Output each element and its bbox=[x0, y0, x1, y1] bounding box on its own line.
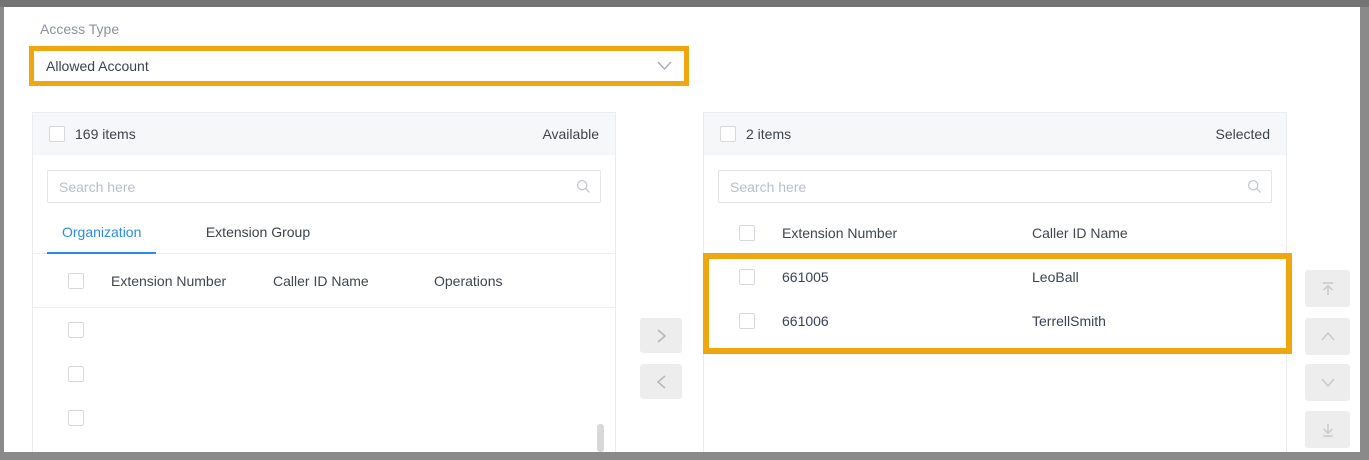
selected-panel: 2 items Selected Extension Number Caller… bbox=[703, 112, 1287, 452]
move-down-button[interactable] bbox=[1305, 364, 1350, 401]
row-checkbox[interactable] bbox=[739, 269, 755, 285]
table-row-661006[interactable]: 661006 TerrellSmith bbox=[704, 299, 1286, 343]
column-extension-number: Extension Number bbox=[782, 225, 1032, 241]
available-side-label: Available bbox=[542, 126, 599, 142]
available-search bbox=[47, 170, 601, 203]
table-row-redacted[interactable] bbox=[33, 308, 615, 352]
arrow-up-to-top-icon bbox=[1320, 281, 1336, 297]
move-to-selected-button[interactable] bbox=[640, 318, 682, 353]
column-caller-id-name: Caller ID Name bbox=[273, 273, 434, 289]
access-type-highlight-annotation: Allowed Account bbox=[29, 46, 689, 86]
search-icon bbox=[1247, 179, 1262, 194]
available-search-input[interactable] bbox=[47, 170, 601, 203]
row-checkbox[interactable] bbox=[68, 322, 84, 338]
cell-caller-id-name: TerrellSmith bbox=[1032, 313, 1286, 329]
column-extension-number: Extension Number bbox=[111, 273, 273, 289]
available-panel-header: 169 items Available bbox=[33, 113, 615, 155]
transfer-page: Access Type Allowed Account 169 items Av… bbox=[4, 7, 1360, 452]
chevron-left-icon bbox=[656, 374, 667, 390]
selected-select-all-checkbox[interactable] bbox=[720, 126, 736, 142]
table-row-661005[interactable]: 661005 LeoBall bbox=[704, 255, 1286, 299]
available-select-all-checkbox[interactable] bbox=[49, 126, 65, 142]
access-type-value: Allowed Account bbox=[46, 58, 657, 74]
tab-organization[interactable]: Organization bbox=[47, 224, 156, 254]
cell-extension-number: 661005 bbox=[782, 269, 1032, 285]
arrow-down-to-bottom-icon bbox=[1320, 422, 1336, 438]
move-to-top-button[interactable] bbox=[1305, 270, 1350, 307]
move-to-bottom-button[interactable] bbox=[1305, 411, 1350, 448]
chevron-down-icon bbox=[1320, 377, 1336, 388]
access-type-select[interactable]: Allowed Account bbox=[34, 51, 684, 81]
selected-panel-header: 2 items Selected bbox=[704, 113, 1286, 155]
available-scrollbar-thumb[interactable] bbox=[597, 424, 604, 452]
column-operations: Operations bbox=[434, 273, 615, 289]
chevron-up-icon bbox=[1320, 331, 1336, 342]
table-row-redacted[interactable] bbox=[33, 352, 615, 396]
search-icon bbox=[576, 179, 591, 194]
chevron-right-icon bbox=[656, 328, 667, 344]
available-count: 169 items bbox=[75, 126, 136, 142]
move-up-button[interactable] bbox=[1305, 318, 1350, 355]
screenshot-frame: Access Type Allowed Account 169 items Av… bbox=[0, 0, 1369, 460]
row-checkbox[interactable] bbox=[68, 410, 84, 426]
selected-search bbox=[718, 170, 1272, 203]
access-type-label: Access Type bbox=[40, 21, 119, 37]
cell-caller-id-name: LeoBall bbox=[1032, 269, 1286, 285]
tab-extension-group[interactable]: Extension Group bbox=[191, 224, 325, 252]
available-table-select-all-checkbox[interactable] bbox=[68, 273, 84, 289]
selected-table-header: Extension Number Caller ID Name bbox=[704, 211, 1286, 255]
table-row-redacted[interactable] bbox=[33, 396, 615, 440]
column-caller-id-name: Caller ID Name bbox=[1032, 225, 1286, 241]
available-tabs: Organization Extension Group bbox=[33, 224, 615, 254]
selected-table-select-all-checkbox[interactable] bbox=[739, 225, 755, 241]
move-to-available-button[interactable] bbox=[640, 364, 682, 399]
available-panel: 169 items Available Organization Extensi… bbox=[32, 112, 616, 452]
row-checkbox[interactable] bbox=[739, 313, 755, 329]
selected-search-input[interactable] bbox=[718, 170, 1272, 203]
chevron-down-icon bbox=[657, 61, 672, 71]
cell-extension-number: 661006 bbox=[782, 313, 1032, 329]
available-table-header: Extension Number Caller ID Name Operatio… bbox=[33, 254, 615, 308]
selected-count: 2 items bbox=[746, 126, 791, 142]
selected-side-label: Selected bbox=[1216, 126, 1270, 142]
row-checkbox[interactable] bbox=[68, 366, 84, 382]
